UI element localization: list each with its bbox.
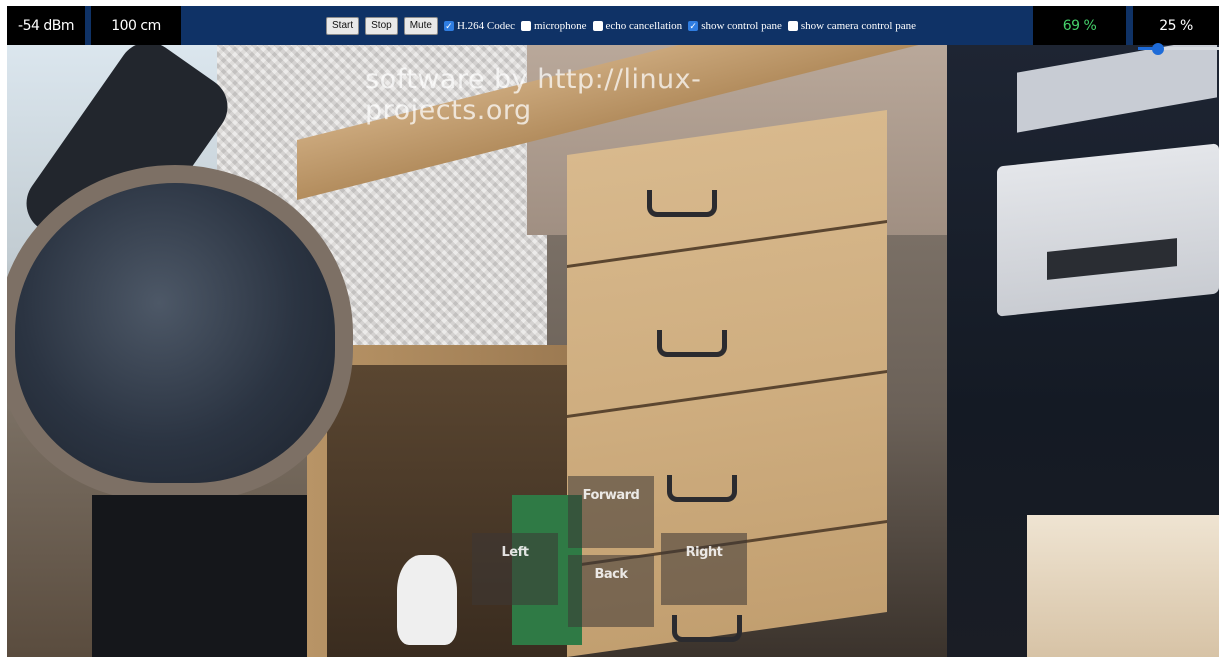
distance-readout: 100 cm xyxy=(91,6,181,45)
microphone-option[interactable]: microphone xyxy=(520,20,587,32)
back-button[interactable]: Back xyxy=(568,555,654,627)
feed-drawer-handle xyxy=(672,615,742,642)
stream-controls: Start Stop Mute ✓ H.264 Codec microphone… xyxy=(326,17,916,35)
volume-slider-thumb[interactable] xyxy=(1152,43,1164,55)
show-camera-control-pane-label: show camera control pane xyxy=(800,20,916,32)
show-camera-control-pane-option[interactable]: show camera control pane xyxy=(787,20,916,32)
checkbox-unchecked-icon[interactable] xyxy=(592,21,603,31)
show-control-pane-label: show control pane xyxy=(701,20,782,32)
show-control-pane-option[interactable]: ✓ show control pane xyxy=(688,20,782,32)
microphone-label: microphone xyxy=(533,20,587,32)
forward-button[interactable]: Forward xyxy=(568,476,654,548)
stop-button[interactable]: Stop xyxy=(365,17,398,35)
feed-plush-tiger xyxy=(397,555,457,645)
battery-readout: 69 % xyxy=(1033,6,1126,45)
feed-printer xyxy=(997,143,1219,317)
right-button[interactable]: Right xyxy=(661,533,747,605)
echo-cancellation-option[interactable]: echo cancellation xyxy=(592,20,683,32)
h264-codec-label: H.264 Codec xyxy=(456,20,515,32)
checkbox-unchecked-icon[interactable] xyxy=(787,21,798,31)
signal-strength-readout: -54 dBm xyxy=(7,6,85,45)
feed-drawer-handle xyxy=(657,330,727,357)
volume-readout: 25 % xyxy=(1133,6,1219,45)
left-button[interactable]: Left xyxy=(472,533,558,605)
feed-figure-boxes xyxy=(1027,515,1219,657)
feed-drawer-handle xyxy=(647,190,717,217)
feed-chair xyxy=(7,165,353,501)
checkbox-unchecked-icon[interactable] xyxy=(520,21,531,31)
start-button[interactable]: Start xyxy=(326,17,360,35)
checkbox-checked-icon[interactable]: ✓ xyxy=(688,21,699,31)
checkbox-checked-icon[interactable]: ✓ xyxy=(443,21,454,31)
echo-cancellation-label: echo cancellation xyxy=(605,20,683,32)
h264-codec-option[interactable]: ✓ H.264 Codec xyxy=(443,20,515,32)
mute-button[interactable]: Mute xyxy=(403,17,438,35)
top-control-bar: -54 dBm 100 cm Start Stop Mute ✓ H.264 C… xyxy=(7,6,1219,45)
watermark-text: software by http://linux-projects.org xyxy=(365,64,702,126)
feed-cabinet xyxy=(92,495,307,657)
feed-drawer-handle xyxy=(667,475,737,502)
